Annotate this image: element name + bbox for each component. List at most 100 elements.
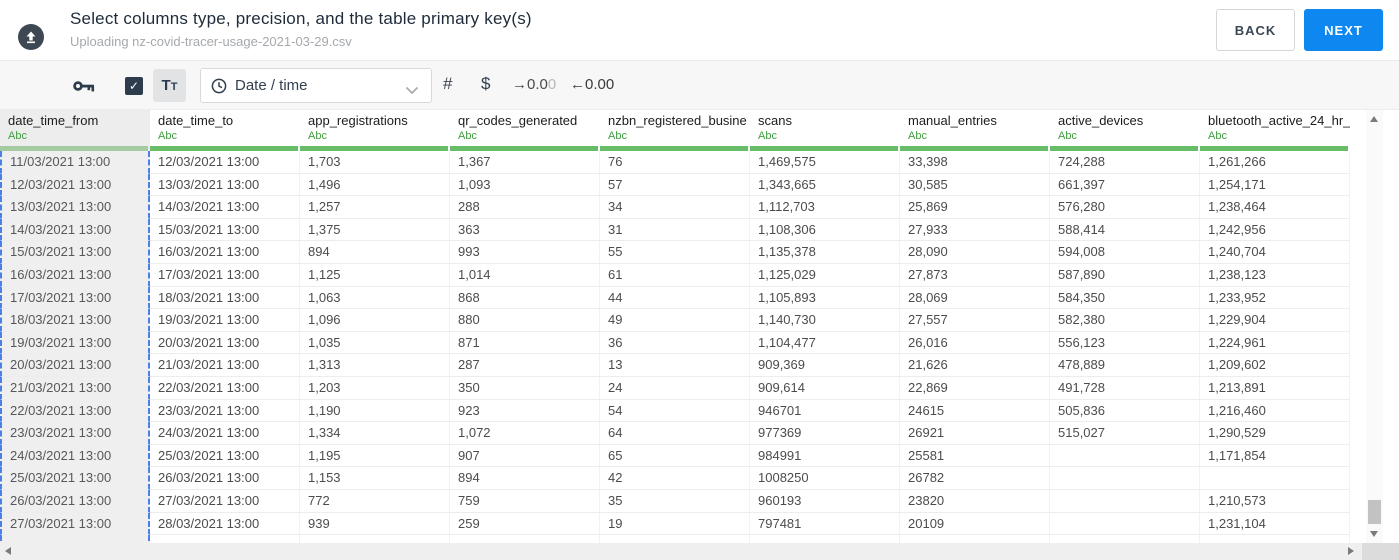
increase-decimal-button[interactable]: →0.00 [512, 76, 556, 93]
column-type-badge: Abc [1208, 130, 1227, 142]
column-type-value: Date / time [235, 77, 308, 94]
table-row: 19/03/2021 13:00 20/03/2021 13:00 1,035 871… [0, 331, 1350, 355]
table-cell: 31 [600, 218, 750, 242]
column-header-manual_entries[interactable]: manual_entries Abc [900, 110, 1050, 151]
table-cell: 24615 [900, 399, 1050, 423]
back-button[interactable]: BACK [1216, 9, 1295, 51]
scroll-down-arrow-icon[interactable] [1370, 531, 1378, 537]
table-cell: 1,496 [300, 173, 450, 197]
table-cell: 259 [450, 512, 600, 536]
scrollbar-corner [1362, 543, 1399, 560]
column-header-nzbn_registered_busine[interactable]: nzbn_registered_busine Abc [600, 110, 750, 151]
table-cell: 993 [450, 241, 600, 264]
table-row: 22/03/2021 13:00 23/03/2021 13:00 1,190 923… [0, 399, 1350, 423]
number-type-button[interactable]: # [443, 74, 452, 94]
table-cell: 909,614 [750, 376, 900, 400]
table-cell: 894 [450, 467, 600, 490]
table-cell: 27,557 [900, 309, 1050, 332]
table-cell: 894 [300, 241, 450, 264]
table-cell: 1,238,464 [1200, 196, 1350, 219]
table-cell: 515,027 [1050, 422, 1200, 445]
table-cell: 25/03/2021 13:00 [0, 467, 150, 490]
table-cell: 17/03/2021 13:00 [150, 263, 300, 287]
column-header-qr_codes_generated[interactable]: qr_codes_generated Abc [450, 110, 600, 151]
table-cell: 1,209,602 [1200, 354, 1350, 377]
column-header-date_time_to[interactable]: date_time_to Abc [150, 110, 300, 151]
vertical-scrollbar[interactable] [1366, 110, 1383, 543]
table-cell: 25,869 [900, 196, 1050, 219]
upload-icon [18, 24, 44, 50]
table-row: 11/03/2021 13:00 12/03/2021 13:00 1,703 1,3… [0, 151, 1350, 174]
table-cell: 54 [600, 399, 750, 423]
column-header-bluetooth_active_24_hr_[interactable]: bluetooth_active_24_hr_ Abc [1200, 110, 1350, 151]
table-cell [1050, 467, 1200, 490]
table-row: 21/03/2021 13:00 22/03/2021 13:00 1,203 350… [0, 376, 1350, 400]
table-cell: 23/03/2021 13:00 [150, 399, 300, 423]
table-cell: 871 [450, 331, 600, 355]
table-cell: 1,203 [300, 376, 450, 400]
column-header-app_registrations[interactable]: app_registrations Abc [300, 110, 450, 151]
horizontal-scrollbar[interactable] [0, 543, 1362, 560]
primary-key-icon [72, 78, 96, 99]
data-table: 11/03/2021 13:00 12/03/2021 13:00 1,703 1,3… [0, 151, 1350, 543]
table-cell: 15/03/2021 13:00 [150, 218, 300, 242]
table-cell: 576,280 [1050, 196, 1200, 219]
table-cell: 13/03/2021 13:00 [150, 173, 300, 197]
table-cell: 24/03/2021 13:00 [150, 422, 300, 445]
table-cell: 556,123 [1050, 331, 1200, 355]
table-cell: 1,367 [450, 151, 600, 174]
table-cell: 24/03/2021 13:00 [0, 444, 150, 468]
scroll-up-arrow-icon[interactable] [1370, 116, 1378, 122]
table-row: 14/03/2021 13:00 15/03/2021 13:00 1,375 363… [0, 218, 1350, 242]
table-cell: 12/03/2021 13:00 [0, 173, 150, 197]
scroll-left-arrow-icon[interactable] [5, 547, 11, 555]
column-name: nzbn_registered_busine [608, 113, 747, 128]
currency-type-button[interactable]: $ [481, 74, 490, 94]
table-cell: 1,233,952 [1200, 286, 1350, 310]
primary-key-checkbox[interactable]: ✓ [125, 77, 143, 95]
table-row: 18/03/2021 13:00 19/03/2021 13:00 1,096 880… [0, 309, 1350, 332]
table-cell: 1,105,893 [750, 286, 900, 310]
clock-icon [211, 78, 227, 99]
next-button[interactable]: NEXT [1304, 9, 1383, 51]
table-cell [450, 535, 600, 543]
table-cell: 18/03/2021 13:00 [0, 309, 150, 332]
column-type-badge: Abc [158, 130, 177, 142]
column-header-active_devices[interactable]: active_devices Abc [1050, 110, 1200, 151]
table-cell: 16/03/2021 13:00 [150, 241, 300, 264]
vertical-scrollbar-thumb[interactable] [1368, 500, 1381, 524]
column-header-date_time_from[interactable]: date_time_from Abc [0, 110, 150, 151]
table-cell: 1,290,529 [1200, 422, 1350, 445]
table-cell: 20/03/2021 13:00 [150, 331, 300, 355]
table-cell: 1,140,730 [750, 309, 900, 332]
table-cell: 1,014 [450, 263, 600, 287]
table-cell: 49 [600, 309, 750, 332]
table-cell: 1,125,029 [750, 263, 900, 287]
table-row: 27/03/2021 13:00 28/03/2021 13:00 939 259 19… [0, 512, 1350, 536]
table-cell: 25581 [900, 444, 1050, 468]
column-type-dropdown[interactable]: Date / time [200, 68, 432, 103]
table-cell: 584,350 [1050, 286, 1200, 310]
table-cell: 1,190 [300, 399, 450, 423]
table-cell: 28/03/2021 13:00 [150, 512, 300, 536]
table-cell: 24 [600, 376, 750, 400]
table-cell: 1,703 [300, 151, 450, 174]
decrease-decimal-button[interactable]: ←0.00 [570, 76, 614, 93]
table-filler-row [0, 535, 1350, 543]
table-cell: 35 [600, 489, 750, 513]
table-cell: 491,728 [1050, 376, 1200, 400]
table-cell: 1,072 [450, 422, 600, 445]
table-cell [150, 535, 300, 543]
table-cell [900, 535, 1050, 543]
table-cell: 759 [450, 489, 600, 513]
column-type-badge: Abc [908, 130, 927, 142]
text-type-button[interactable]: Tt [153, 69, 186, 102]
column-header-scans[interactable]: scans Abc [750, 110, 900, 151]
table-cell: 1,334 [300, 422, 450, 445]
table-cell: 1,035 [300, 331, 450, 355]
table-cell: 64 [600, 422, 750, 445]
table-cell: 19/03/2021 13:00 [150, 309, 300, 332]
table-cell [1200, 467, 1350, 490]
scroll-right-arrow-icon[interactable] [1348, 547, 1354, 555]
table-cell: 13/03/2021 13:00 [0, 196, 150, 219]
